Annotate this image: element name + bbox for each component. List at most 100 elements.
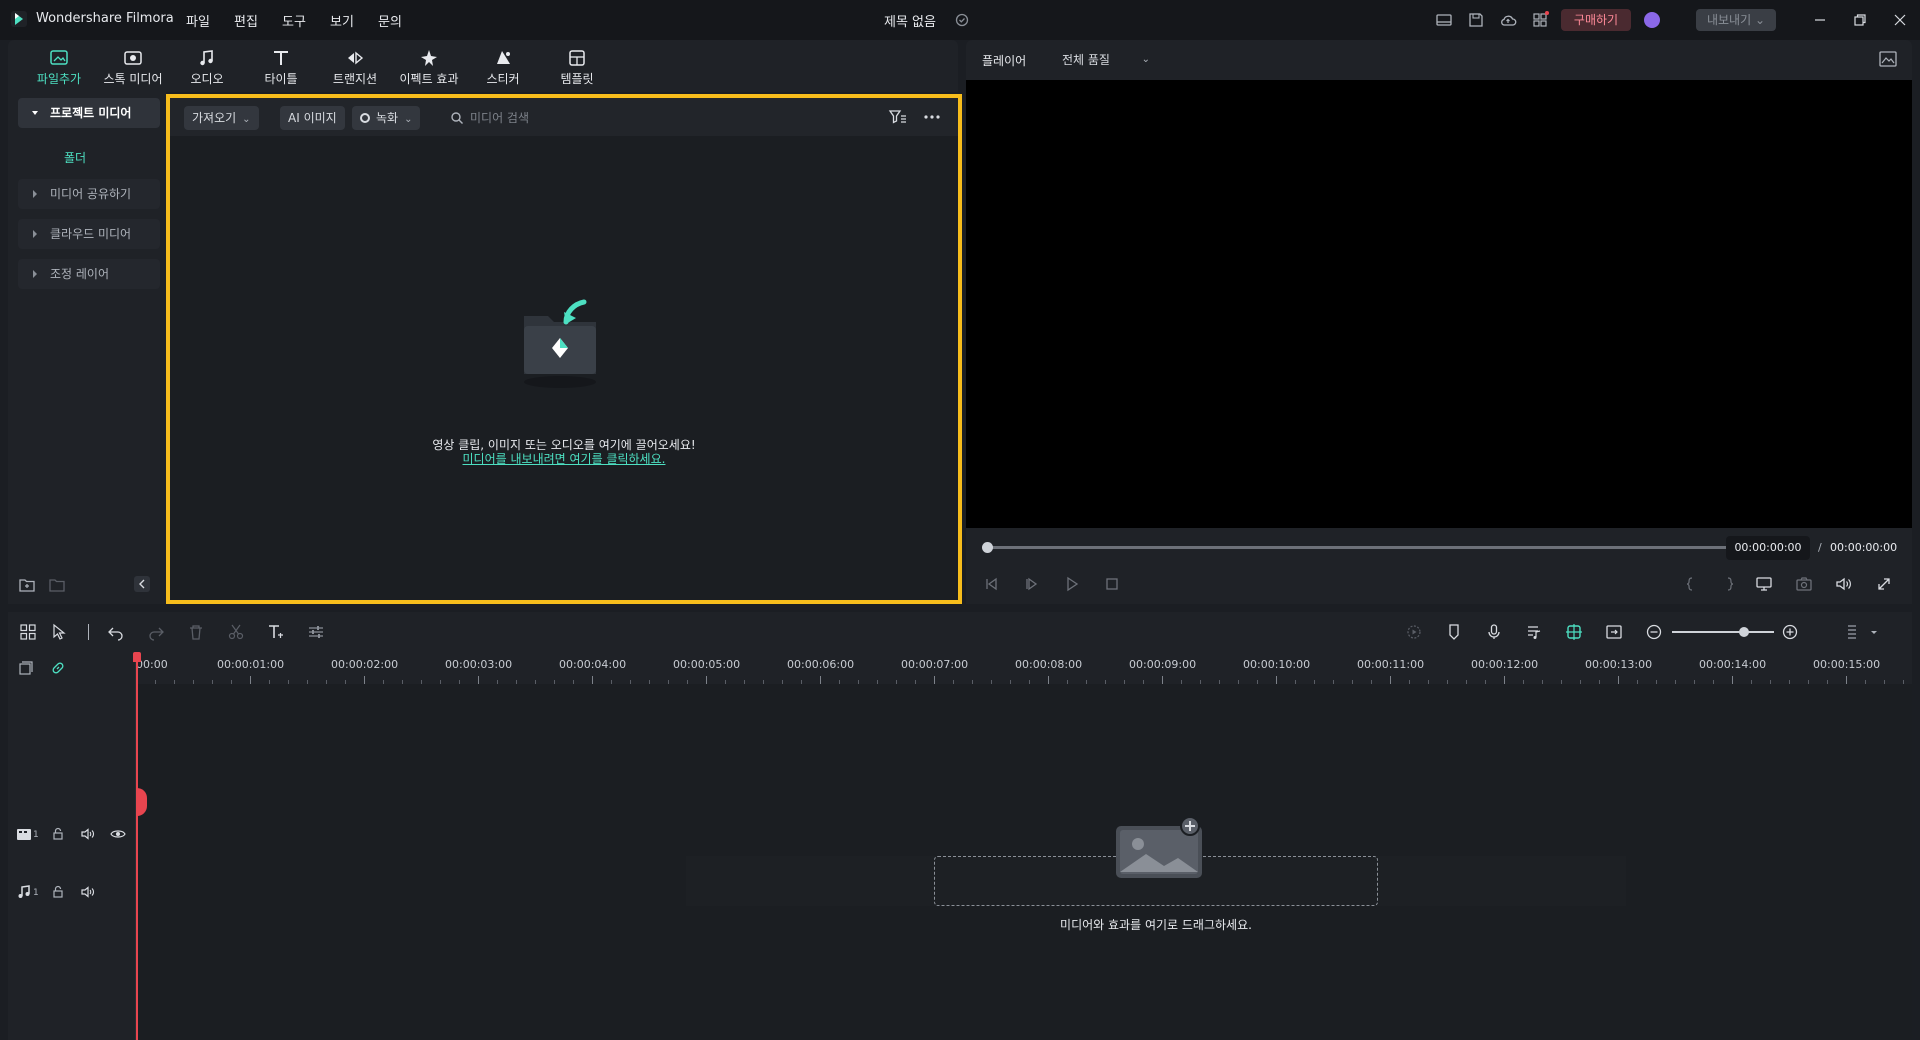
tab-titles[interactable]: 타이틀 — [246, 46, 316, 90]
track-layout-icon[interactable] — [1842, 622, 1862, 642]
folder-icon[interactable] — [48, 576, 66, 594]
saved-status-icon — [952, 10, 972, 30]
scrub-handle[interactable] — [982, 542, 993, 553]
add-media-placeholder-icon[interactable] — [1114, 816, 1204, 880]
ruler-major-tick — [1162, 676, 1163, 684]
restore-icon[interactable] — [1850, 10, 1870, 30]
display-icon[interactable] — [1754, 574, 1774, 594]
tab-stickers[interactable]: 스티커 — [468, 46, 538, 90]
layout-grid-icon[interactable] — [18, 622, 38, 642]
scrub-bar[interactable] — [986, 546, 1730, 549]
mark-in-icon[interactable] — [1680, 574, 1700, 594]
fullscreen-icon[interactable] — [1874, 574, 1894, 594]
undo-icon[interactable] — [106, 622, 126, 642]
ai-auto-icon[interactable] — [1564, 622, 1584, 642]
tab-stock-media[interactable]: 스톡 미디어 — [98, 46, 168, 90]
sidebar-item-project-media[interactable]: 프로젝트 미디어 — [18, 98, 160, 128]
record-icon — [360, 113, 370, 123]
export-media-link[interactable]: 미디어를 내보내려면 여기를 클릭하세요. — [170, 450, 958, 467]
tab-import[interactable]: 파일추가 — [24, 46, 94, 90]
camera-snapshot-icon[interactable] — [1794, 574, 1814, 594]
export-button[interactable]: 내보내기 ⌄ — [1696, 9, 1776, 31]
record-dropdown[interactable]: 녹화 ⌄ — [352, 106, 421, 130]
menu-tools[interactable]: 도구 — [282, 11, 306, 30]
ruler-label: 00:00:06:00 — [787, 658, 855, 671]
play-icon[interactable] — [1062, 574, 1082, 594]
ruler-major-tick — [1846, 676, 1847, 684]
ruler-major-tick — [1732, 676, 1733, 684]
sidebar-item-cloud-media[interactable]: 클라우드 미디어 — [18, 219, 160, 249]
ai-image-button[interactable]: AI 이미지 — [280, 106, 345, 130]
redo-icon[interactable] — [146, 622, 166, 642]
time-ruler[interactable]: 00:00 00:00:01:00 00:00:02:00 00:00:03:0… — [136, 652, 1912, 684]
eye-icon[interactable] — [110, 826, 126, 842]
zoom-in-icon[interactable] — [1780, 622, 1800, 642]
layout-icon[interactable] — [1434, 10, 1454, 30]
audio-track-number: 1 — [33, 888, 39, 898]
sidebar-item-shared-media[interactable]: 미디어 공유하기 — [18, 179, 160, 209]
link-icon[interactable] — [50, 660, 66, 676]
ruler-major-tick — [1618, 676, 1619, 684]
audio-mixer-icon[interactable] — [1524, 622, 1544, 642]
add-track-icon[interactable] — [18, 660, 34, 676]
sidebar-item-adjustment-layer[interactable]: 조정 레이어 — [18, 259, 160, 289]
buy-button[interactable]: 구매하기 — [1561, 9, 1631, 31]
import-folder-icon[interactable] — [510, 286, 610, 396]
tab-audio[interactable]: 오디오 — [172, 46, 242, 90]
menu-view[interactable]: 보기 — [330, 11, 354, 30]
tab-transitions[interactable]: 트랜지션 — [320, 46, 390, 90]
toolbar-divider — [88, 624, 89, 640]
new-folder-icon[interactable] — [18, 576, 36, 594]
quality-dropdown[interactable]: 전체 품질 ⌄ — [1054, 48, 1158, 72]
minimize-icon[interactable] — [1810, 10, 1830, 30]
speaker-icon[interactable] — [80, 826, 96, 842]
search-icon — [450, 111, 464, 125]
folder-item[interactable]: 폴더 — [64, 149, 86, 166]
menu-help[interactable]: 문의 — [378, 11, 402, 30]
next-frame-icon[interactable] — [1022, 574, 1042, 594]
mark-out-icon[interactable] — [1720, 574, 1740, 594]
lock-icon[interactable] — [50, 826, 66, 842]
render-preview-icon[interactable] — [1404, 622, 1424, 642]
snapshot-compare-icon[interactable] — [1878, 50, 1898, 68]
media-search-input[interactable] — [470, 106, 730, 130]
menu-edit[interactable]: 편집 — [234, 11, 258, 30]
split-cut-icon[interactable] — [226, 622, 246, 642]
replace-clip-icon[interactable] — [1604, 622, 1624, 642]
tab-label: 템플릿 — [560, 72, 594, 86]
microphone-icon[interactable] — [1484, 622, 1504, 642]
lock-icon[interactable] — [50, 884, 66, 900]
select-tool-icon[interactable] — [50, 622, 70, 642]
save-icon[interactable] — [1466, 10, 1486, 30]
zoom-out-icon[interactable] — [1644, 622, 1664, 642]
filter-icon[interactable] — [888, 108, 908, 126]
collapse-sidebar-icon[interactable] — [134, 576, 150, 592]
import-dropdown[interactable]: 가져오기 ⌄ — [184, 106, 259, 130]
preview-screen[interactable] — [966, 80, 1912, 528]
text-tool-icon[interactable] — [266, 622, 286, 642]
playhead[interactable] — [136, 656, 138, 1040]
stop-icon[interactable] — [1102, 574, 1122, 594]
adjust-sliders-icon[interactable] — [306, 622, 326, 642]
menu-file[interactable]: 파일 — [186, 11, 210, 30]
zoom-slider-handle[interactable] — [1739, 627, 1749, 637]
transition-icon — [344, 48, 366, 68]
speaker-icon[interactable] — [80, 884, 96, 900]
close-icon[interactable] — [1890, 10, 1910, 30]
import-label: 가져오기 — [192, 111, 237, 125]
delete-icon[interactable] — [186, 622, 206, 642]
more-options-icon[interactable] — [922, 108, 942, 126]
previous-frame-icon[interactable] — [982, 574, 1002, 594]
track-layout-dropdown-icon[interactable] — [1868, 622, 1880, 642]
apps-grid-icon[interactable] — [1530, 10, 1550, 30]
zoom-slider[interactable] — [1672, 631, 1774, 633]
tab-templates[interactable]: 템플릿 — [542, 46, 612, 90]
user-avatar[interactable] — [1644, 12, 1660, 28]
marker-icon[interactable] — [1444, 622, 1464, 642]
tab-effects[interactable]: 이펙트 효과 — [394, 46, 464, 90]
music-note-icon — [196, 48, 218, 68]
volume-icon[interactable] — [1834, 574, 1854, 594]
cloud-upload-icon[interactable] — [1498, 10, 1518, 30]
tracks-area[interactable]: 미디어와 효과를 여기로 드래그하세요. — [136, 684, 1912, 1040]
ruler-major-tick — [592, 676, 593, 684]
